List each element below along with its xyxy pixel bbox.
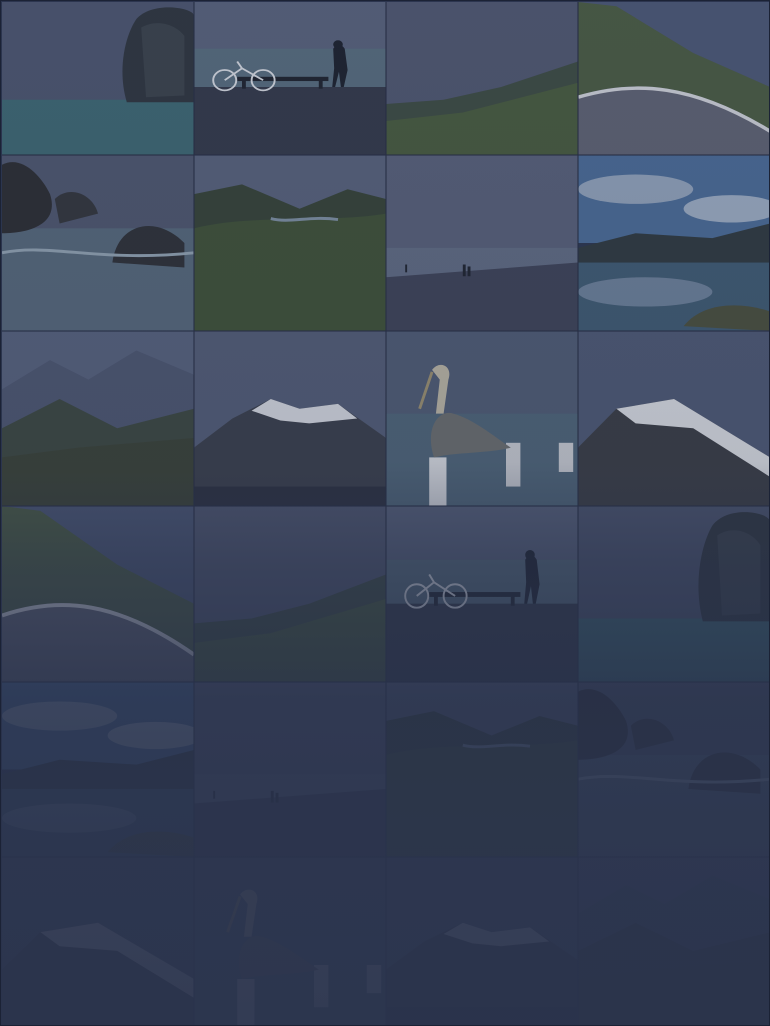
photo-tile-misty-beach-people[interactable] bbox=[194, 682, 386, 857]
photo-image bbox=[386, 506, 578, 682]
photo-tile-coastal-hill[interactable] bbox=[386, 2, 578, 155]
photo-tile-rocky-shore-waves[interactable] bbox=[2, 155, 194, 331]
photo-image bbox=[2, 2, 194, 155]
photo-tile-sea-stack-rock[interactable] bbox=[578, 506, 769, 682]
photo-tile-mountain-road[interactable] bbox=[2, 506, 194, 682]
photo-image bbox=[194, 155, 386, 331]
photo-image bbox=[194, 682, 386, 857]
photo-image bbox=[194, 331, 386, 506]
photo-tile-mountain-range[interactable] bbox=[2, 331, 194, 506]
photo-image bbox=[578, 857, 769, 1025]
photo-grid bbox=[2, 2, 769, 1025]
photo-image bbox=[578, 155, 769, 331]
photo-image bbox=[194, 506, 386, 682]
photo-image bbox=[386, 331, 578, 506]
photo-tile-green-valley-river[interactable] bbox=[386, 682, 578, 857]
photo-image bbox=[2, 506, 194, 682]
photo-tile-misty-beach-people[interactable] bbox=[386, 155, 578, 331]
photo-tile-person-with-bicycle-on-pier[interactable] bbox=[194, 2, 386, 155]
photo-image bbox=[386, 155, 578, 331]
photo-image bbox=[2, 155, 194, 331]
photo-tile-mountain-range[interactable] bbox=[578, 857, 769, 1025]
photo-tile-mountain-road[interactable] bbox=[578, 2, 769, 155]
photo-image bbox=[194, 857, 386, 1025]
photo-gallery-window bbox=[0, 0, 770, 1026]
photo-tile-snowy-peak[interactable] bbox=[386, 857, 578, 1025]
photo-image bbox=[578, 2, 769, 155]
photo-tile-green-valley-river[interactable] bbox=[194, 155, 386, 331]
photo-image bbox=[578, 506, 769, 682]
photo-tile-pelican-on-post[interactable] bbox=[194, 857, 386, 1025]
photo-image bbox=[578, 331, 769, 506]
photo-tile-person-with-bicycle-on-pier[interactable] bbox=[386, 506, 578, 682]
photo-tile-coastal-hill[interactable] bbox=[194, 506, 386, 682]
photo-image bbox=[386, 857, 578, 1025]
photo-tile-lake-with-clouds[interactable] bbox=[578, 155, 769, 331]
photo-tile-snow-ridge[interactable] bbox=[2, 857, 194, 1025]
photo-tile-sea-stack-rock[interactable] bbox=[2, 2, 194, 155]
photo-image bbox=[194, 2, 386, 155]
photo-image bbox=[2, 682, 194, 857]
photo-tile-snow-ridge[interactable] bbox=[578, 331, 769, 506]
photo-image bbox=[2, 857, 194, 1025]
photo-image bbox=[386, 682, 578, 857]
photo-tile-rocky-shore-waves[interactable] bbox=[578, 682, 769, 857]
photo-tile-snowy-peak[interactable] bbox=[194, 331, 386, 506]
photo-tile-pelican-on-post[interactable] bbox=[386, 331, 578, 506]
photo-image bbox=[2, 331, 194, 506]
photo-image bbox=[386, 2, 578, 155]
photo-tile-lake-with-clouds[interactable] bbox=[2, 682, 194, 857]
photo-image bbox=[578, 682, 769, 857]
